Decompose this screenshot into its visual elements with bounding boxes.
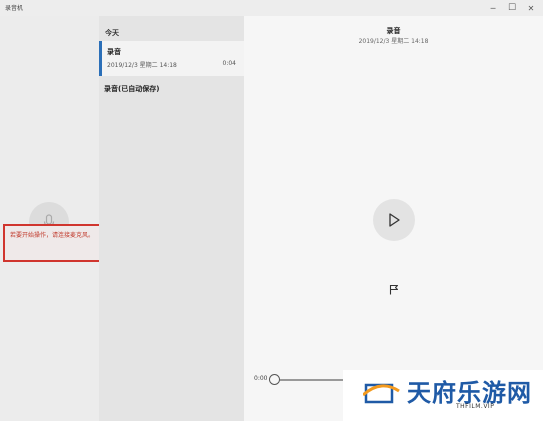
minimize-icon: ─ (490, 3, 496, 13)
minimize-button[interactable]: ─ (484, 0, 502, 16)
add-marker-button[interactable] (388, 283, 400, 295)
play-icon (389, 213, 400, 227)
recording-item-selected[interactable]: 录音 2019/12/3 星期二 14:18 0:04 (99, 41, 244, 76)
app-title: 录音机 (5, 5, 24, 12)
close-button[interactable]: ✕ (522, 0, 540, 16)
recording-item-autosaved[interactable]: 录音(已自动保存) (99, 78, 244, 100)
connect-microphone-hint: 若要开始操作，请连接麦克风。 (3, 224, 101, 262)
close-icon: ✕ (527, 3, 535, 13)
current-time: 0:00 (254, 375, 268, 382)
recording-title: 录音 (107, 48, 121, 56)
maximize-icon: ☐ (507, 3, 517, 13)
flag-icon (389, 284, 399, 294)
play-button[interactable] (373, 199, 415, 241)
playback-pane: 录音 2019/12/3 星期二 14:18 0:00 (244, 16, 543, 421)
title-bar: 录音机 ─ ☐ ✕ (0, 0, 543, 16)
seek-bar[interactable] (280, 379, 350, 381)
hint-text: 若要开始操作，请连接麦克风。 (9, 232, 94, 239)
seek-thumb[interactable] (269, 374, 280, 385)
recording-detail-date: 2019/12/3 星期二 14:18 (358, 38, 429, 45)
recording-title: 录音(已自动保存) (104, 85, 160, 93)
recording-duration: 0:04 (222, 60, 236, 67)
recording-list: 今天 录音 2019/12/3 星期二 14:18 0:04 录音(已自动保存) (99, 16, 244, 421)
watermark-subtext: THFILM.VIP (456, 403, 495, 410)
watermark-logo (363, 383, 400, 404)
recording-date: 2019/12/3 星期二 14:18 (107, 62, 177, 69)
maximize-button[interactable]: ☐ (503, 0, 521, 16)
group-header-today: 今天 (105, 29, 119, 37)
site-watermark: 天府乐游网 THFILM.VIP (343, 370, 543, 421)
record-pane (0, 16, 99, 421)
recording-detail-title: 录音 (386, 27, 401, 35)
